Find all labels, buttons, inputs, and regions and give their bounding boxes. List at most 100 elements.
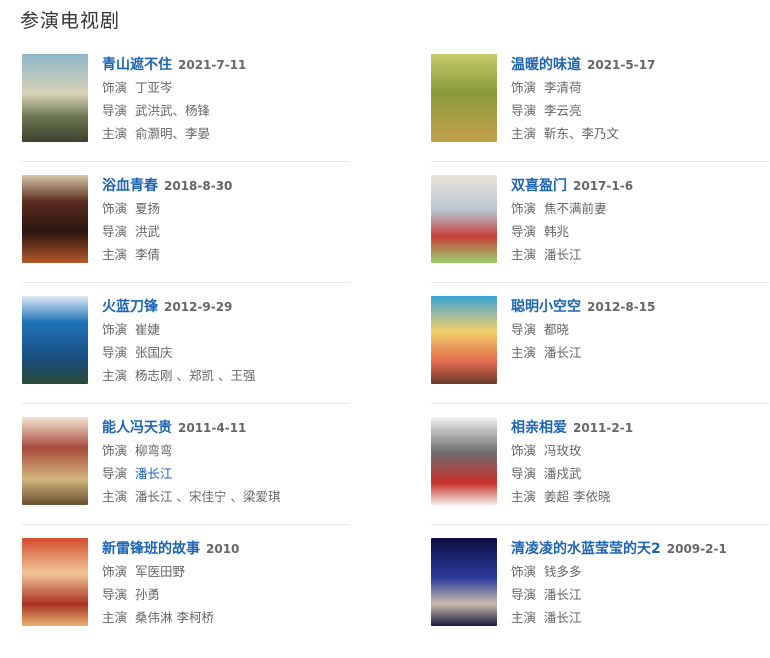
drama-card: 双喜盈门 2017-1-6 饰演 焦不满前妻 导演 韩兆 主演 潘长江 (431, 175, 770, 295)
role-value: 焦不满前妻 (544, 201, 607, 216)
cast-value: 姜超 李依晓 (544, 489, 611, 504)
cast-label: 主演 (511, 126, 537, 141)
row-divider (431, 282, 769, 283)
poster-image[interactable] (22, 417, 88, 505)
director-value: 武洪武、杨锋 (135, 103, 211, 118)
drama-card: 温暖的味道 2021-5-17 饰演 李清荷 导演 李云亮 主演 靳东、李乃文 (431, 54, 770, 174)
director-label: 导演 (102, 587, 128, 602)
drama-title-link[interactable]: 聪明小空空 (511, 299, 581, 315)
row-divider (22, 282, 350, 283)
drama-title-link[interactable]: 双喜盈门 (511, 178, 567, 194)
director-value: 潘长江 (544, 587, 582, 602)
role-label: 饰演 (102, 201, 128, 216)
cast-label: 主演 (102, 247, 128, 262)
drama-card: 聪明小空空 2012-8-15 导演 都晓 主演 潘长江 (431, 296, 770, 416)
director-label: 导演 (511, 322, 537, 337)
cast-label: 主演 (511, 610, 537, 625)
drama-card: 火蓝刀锋 2012-9-29 饰演 崔婕 导演 张国庆 主演 杨志刚 、郑凯 、王强 (22, 296, 367, 416)
role-label: 饰演 (511, 201, 537, 216)
drama-card: 浴血青春 2018-8-30 饰演 夏扬 导演 洪武 主演 李倩 (22, 175, 367, 295)
drama-title-link[interactable]: 新雷锋班的故事 (102, 541, 200, 557)
row-divider (22, 524, 350, 525)
director-link[interactable]: 潘长江 (135, 466, 173, 481)
role-label: 饰演 (102, 80, 128, 95)
role-value: 李清荷 (544, 80, 582, 95)
release-date: 2017-1-6 (573, 179, 634, 193)
row-divider (431, 524, 769, 525)
drama-title-link[interactable]: 清凌凌的水蓝莹莹的天2 (511, 541, 661, 557)
poster-image[interactable] (431, 54, 497, 142)
cast-value: 李倩 (135, 247, 161, 262)
drama-card: 相亲相爱 2011-2-1 饰演 冯玫玫 导演 潘戍武 主演 姜超 李依晓 (431, 417, 770, 537)
director-value: 韩兆 (544, 224, 570, 239)
role-value: 军医田野 (135, 564, 186, 579)
release-date: 2018-8-30 (164, 179, 233, 193)
poster-image[interactable] (431, 175, 497, 263)
cast-label: 主演 (511, 345, 537, 360)
row-divider (431, 403, 769, 404)
drama-title-link[interactable]: 火蓝刀锋 (102, 299, 158, 315)
release-date: 2011-4-11 (178, 421, 247, 435)
drama-title-link[interactable]: 温暖的味道 (511, 57, 581, 73)
cast-value: 潘长江 (544, 610, 582, 625)
role-value: 冯玫玫 (544, 443, 582, 458)
drama-card: 青山遮不住 2021-7-11 饰演 丁亚岑 导演 武洪武、杨锋 主演 俞灏明、李晏 (22, 54, 367, 174)
drama-title-link[interactable]: 能人冯天贵 (102, 420, 172, 436)
role-value: 崔婕 (135, 322, 161, 337)
role-value: 丁亚岑 (135, 80, 173, 95)
row-divider (22, 161, 350, 162)
release-date: 2011-2-1 (573, 421, 634, 435)
poster-image[interactable] (22, 296, 88, 384)
drama-card: 清凌凌的水蓝莹莹的天2 2009-2-1 饰演 钱多多 导演 潘长江 主演 潘长江 (431, 538, 770, 658)
poster-image[interactable] (431, 296, 497, 384)
director-value: 李云亮 (544, 103, 582, 118)
release-date: 2012-8-15 (587, 300, 656, 314)
drama-title-link[interactable]: 相亲相爱 (511, 420, 567, 436)
poster-image[interactable] (431, 538, 497, 626)
cast-label: 主演 (102, 610, 128, 625)
drama-title-link[interactable]: 青山遮不住 (102, 57, 172, 73)
director-value: 张国庆 (135, 345, 173, 360)
cast-label: 主演 (102, 368, 128, 383)
drama-card: 能人冯天贵 2011-4-11 饰演 柳弯弯 导演 潘长江 主演 潘长江 、宋佳宁 、梁… (22, 417, 367, 537)
release-date: 2021-7-11 (178, 58, 247, 72)
role-label: 饰演 (102, 322, 128, 337)
poster-image[interactable] (22, 54, 88, 142)
poster-image[interactable] (22, 538, 88, 626)
cast-value: 靳东、李乃文 (544, 126, 620, 141)
release-date: 2010 (206, 542, 240, 556)
director-value: 都晓 (544, 322, 570, 337)
poster-image[interactable] (22, 175, 88, 263)
cast-label: 主演 (102, 489, 128, 504)
role-value: 夏扬 (135, 201, 161, 216)
cast-label: 主演 (511, 247, 537, 262)
release-date: 2021-5-17 (587, 58, 656, 72)
cast-value: 杨志刚 、郑凯 、王强 (135, 368, 256, 383)
drama-title-link[interactable]: 浴血青春 (102, 178, 158, 194)
director-label: 导演 (102, 345, 128, 360)
role-label: 饰演 (511, 80, 537, 95)
row-divider (431, 161, 769, 162)
cast-value: 潘长江 、宋佳宁 、梁爱琪 (135, 489, 281, 504)
drama-card: 新雷锋班的故事 2010 饰演 军医田野 导演 孙勇 主演 桑伟淋 李柯桥 (22, 538, 367, 658)
director-label: 导演 (102, 103, 128, 118)
cast-label: 主演 (511, 489, 537, 504)
role-label: 饰演 (511, 443, 537, 458)
director-label: 导演 (511, 224, 537, 239)
role-value: 钱多多 (544, 564, 582, 579)
role-label: 饰演 (102, 564, 128, 579)
director-value: 孙勇 (135, 587, 161, 602)
director-label: 导演 (102, 224, 128, 239)
cast-value: 潘长江 (544, 345, 582, 360)
director-label: 导演 (511, 587, 537, 602)
release-date: 2009-2-1 (666, 542, 727, 556)
director-label: 导演 (511, 103, 537, 118)
cast-value: 潘长江 (544, 247, 582, 262)
drama-grid: 青山遮不住 2021-7-11 饰演 丁亚岑 导演 武洪武、杨锋 主演 俞灏明、李晏 温… (0, 0, 770, 638)
cast-label: 主演 (102, 126, 128, 141)
poster-image[interactable] (431, 417, 497, 505)
cast-value: 桑伟淋 李柯桥 (135, 610, 214, 625)
role-label: 饰演 (511, 564, 537, 579)
director-label: 导演 (102, 466, 128, 481)
release-date: 2012-9-29 (164, 300, 233, 314)
